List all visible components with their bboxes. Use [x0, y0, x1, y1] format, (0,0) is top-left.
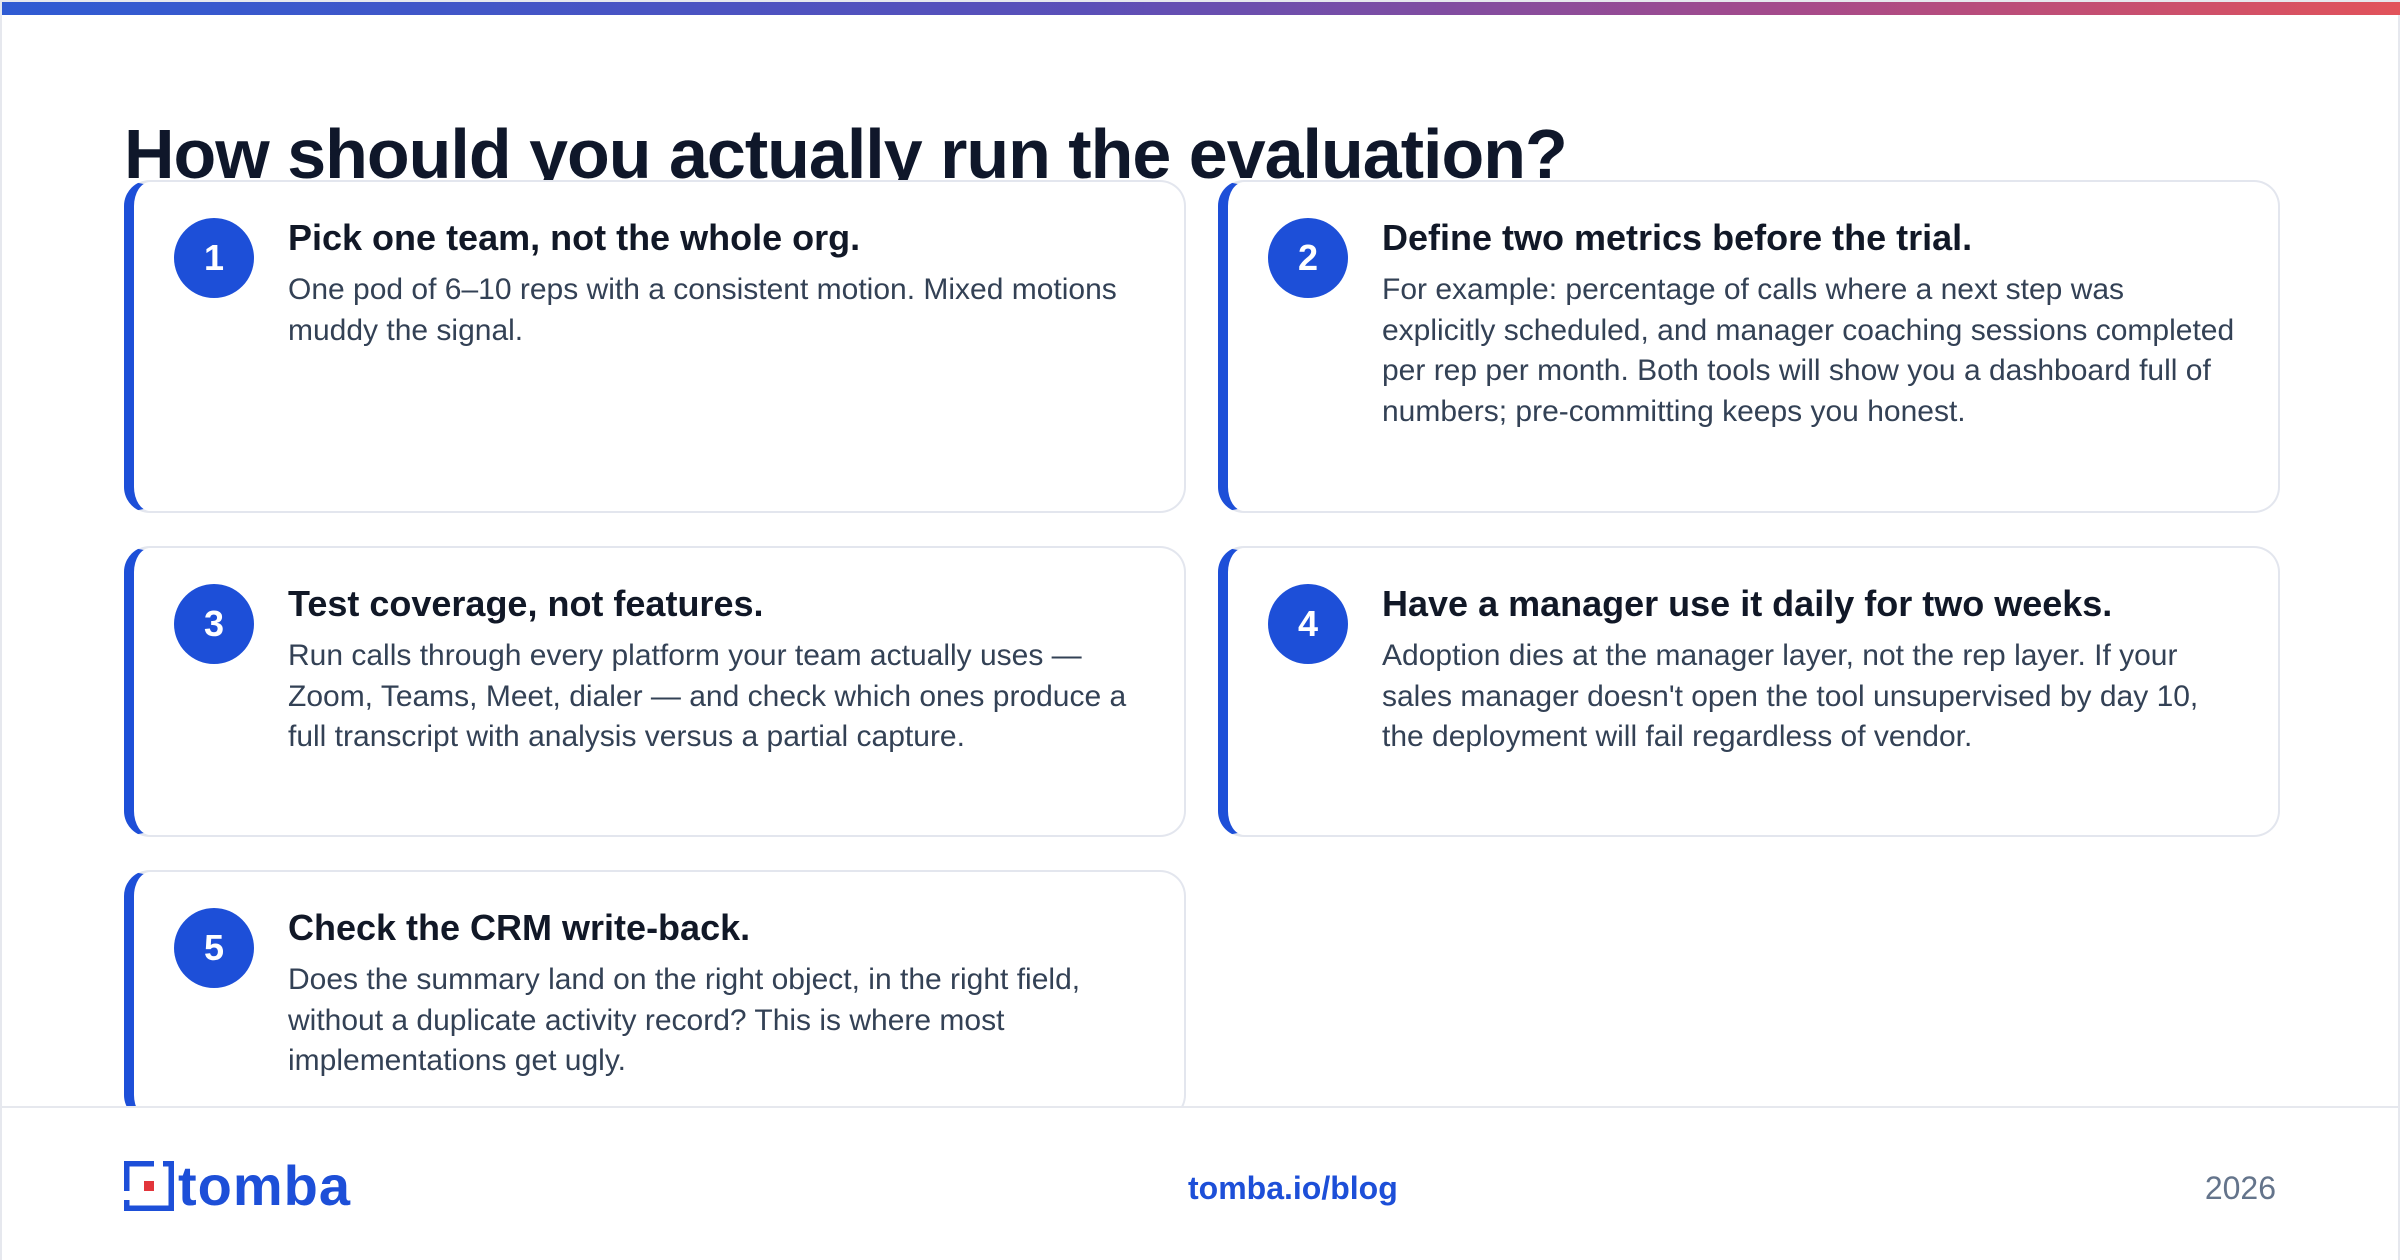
step-card-4: 4 Have a manager use it daily for two we…: [1218, 546, 2280, 837]
logo-wordmark: tomba: [178, 1154, 351, 1217]
step-title: Define two metrics before the trial.: [1382, 217, 1973, 258]
accent-bar: [2, 2, 2400, 15]
step-card-3: 3 Test coverage, not features. Run calls…: [124, 546, 1186, 837]
step-title: Test coverage, not features.: [288, 583, 764, 624]
blog-link[interactable]: tomba.io/blog: [1188, 1170, 1398, 1207]
step-description: For example: percentage of calls where a…: [1382, 273, 2235, 428]
step-description: Adoption dies at the manager layer, not …: [1382, 639, 2199, 753]
step-number-badge: 5: [174, 908, 254, 988]
page-title: How should you actually run the evaluati…: [124, 115, 1567, 184]
step-card-1: 1 Pick one team, not the whole org. One …: [124, 180, 1186, 513]
footer: tomba tomba.io/blog 2026: [2, 1106, 2398, 1260]
step-description: Run calls through every platform your te…: [288, 639, 1127, 753]
step-title: Have a manager use it daily for two week…: [1382, 583, 2113, 624]
step-number-badge: 1: [174, 218, 254, 298]
step-number-badge: 2: [1268, 218, 1348, 298]
step-description: Does the summary land on the right objec…: [288, 963, 1081, 1077]
step-title: Pick one team, not the whole org.: [288, 217, 861, 258]
step-card-5: 5 Check the CRM write-back. Does the sum…: [124, 870, 1186, 1121]
step-number-badge: 3: [174, 584, 254, 664]
step-card-2: 2 Define two metrics before the trial. F…: [1218, 180, 2280, 513]
footer-year: 2026: [2204, 1170, 2276, 1206]
tomba-logo[interactable]: tomba: [124, 1154, 351, 1217]
step-title: Check the CRM write-back.: [288, 907, 751, 948]
step-number-badge: 4: [1268, 584, 1348, 664]
slide: How should you actually run the evaluati…: [0, 0, 2400, 1260]
tomba-logo-icon: [124, 1161, 174, 1211]
step-description: One pod of 6–10 reps with a consistent m…: [288, 273, 1117, 347]
